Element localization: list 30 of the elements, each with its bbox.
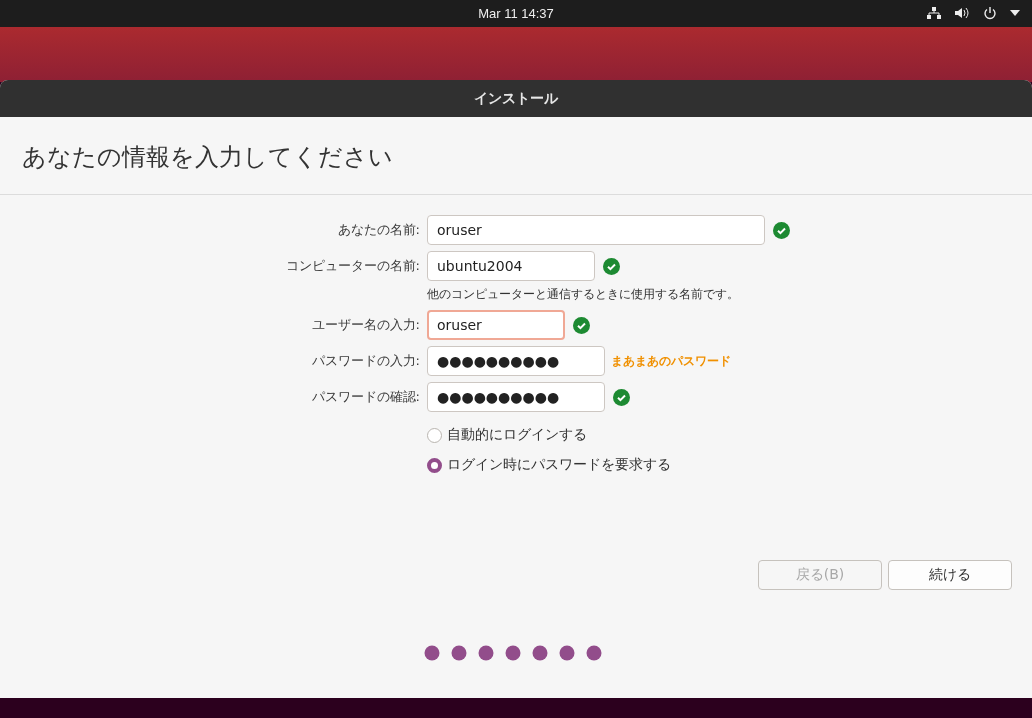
field-label: ユーザー名の入力:: [310, 316, 420, 334]
field-label: パスワードの確認:: [310, 388, 420, 406]
dropdown-icon[interactable]: [1010, 10, 1020, 16]
input-field[interactable]: oruser: [427, 310, 565, 340]
nav-button[interactable]: 続ける: [888, 560, 1012, 590]
radio-label: 自動的にログインする: [447, 426, 587, 444]
page-heading: あなたの情報を入力してください: [21, 142, 394, 173]
window-title: インストール: [474, 89, 558, 108]
check-icon: [613, 388, 630, 406]
input-field[interactable]: oruser: [427, 215, 765, 245]
input-field[interactable]: ●●●●●●●●●●: [427, 346, 605, 376]
clock[interactable]: Mar 11 14:37: [478, 6, 554, 21]
radio-button[interactable]: [427, 457, 442, 473]
radio-option[interactable]: ログイン時にパスワードを要求する: [427, 454, 1032, 476]
field-label: パスワードの入力:: [310, 352, 420, 370]
power-icon[interactable]: [983, 6, 997, 20]
volume-icon[interactable]: [954, 6, 970, 20]
field-label: コンピューターの名前:: [284, 257, 420, 275]
check-icon: [773, 221, 790, 239]
radio-button[interactable]: [427, 427, 442, 443]
radio-option[interactable]: 自動的にログインする: [427, 424, 1032, 446]
field-label: あなたの名前:: [336, 221, 420, 239]
input-field[interactable]: ubuntu2004: [427, 251, 595, 281]
network-icon[interactable]: [927, 6, 941, 20]
check-icon: [603, 257, 620, 275]
radio-label: ログイン時にパスワードを要求する: [447, 456, 671, 474]
password-strength: まあまあのパスワード: [611, 352, 731, 370]
field-hint: 他のコンピューターと通信するときに使用する名前です。: [427, 286, 740, 303]
check-icon: [573, 316, 590, 334]
input-field[interactable]: ●●●●●●●●●●: [427, 382, 605, 412]
